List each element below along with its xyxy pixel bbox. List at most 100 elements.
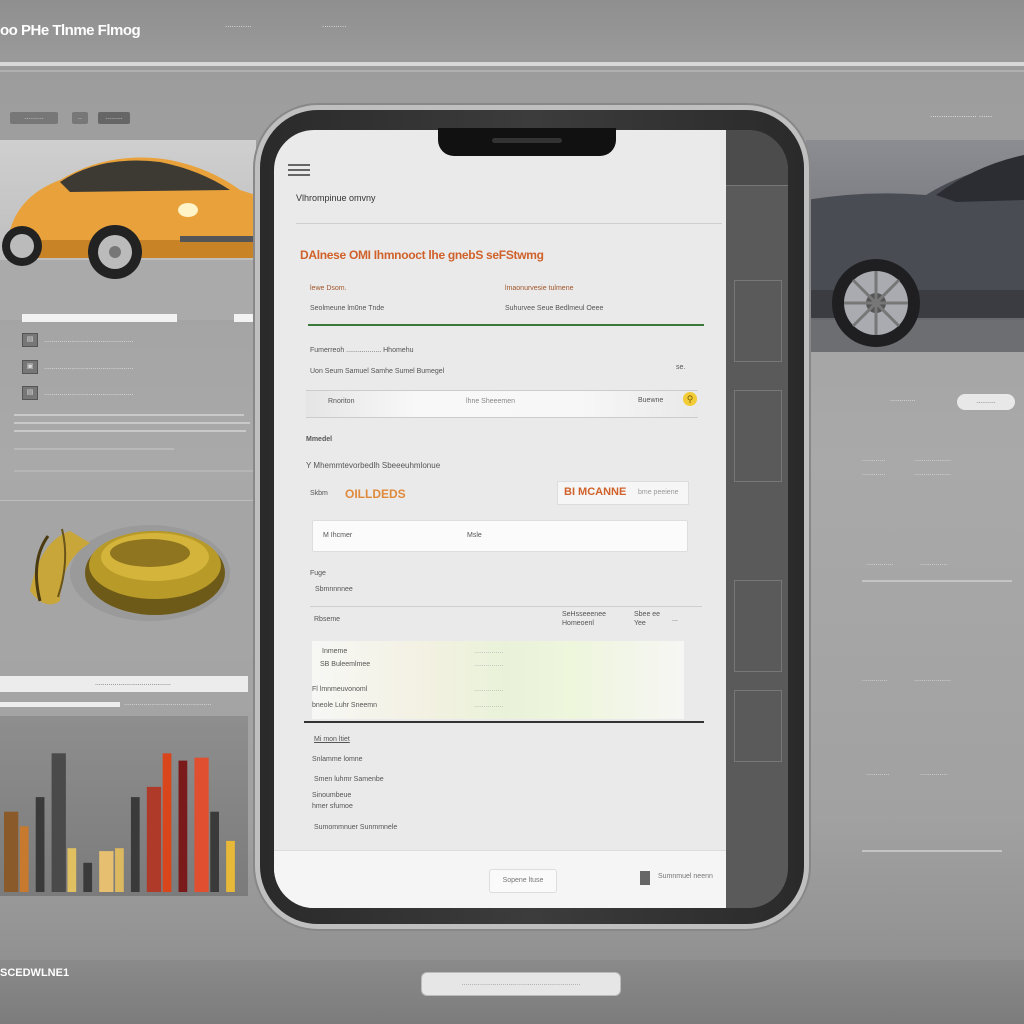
right-row-value: ...................	[914, 676, 951, 683]
left-tab-inactive[interactable]	[234, 314, 256, 322]
list-item[interactable]: Y Mhemmtevorbedlh Sbeeeuhmlonue	[306, 461, 440, 470]
right-divider	[862, 850, 1002, 852]
chart-bar	[194, 757, 209, 892]
hamburger-menu-icon[interactable]	[288, 164, 310, 180]
status-badge[interactable]: BI MCANNE bme peeiene	[557, 481, 689, 505]
search-button-label[interactable]: Buewne	[638, 397, 663, 404]
chart-subheader-text: ........................................…	[124, 700, 212, 707]
status-badge-sub: bme peeiene	[638, 489, 679, 496]
sub-label: Sbmnnnnee	[315, 586, 353, 593]
left-list-label: ........................................…	[44, 389, 134, 397]
right-row-value: ..............	[920, 560, 948, 567]
section-label: Mmedel	[306, 436, 333, 443]
right-row-label: ............	[862, 470, 886, 477]
breadcrumb-item-2[interactable]: ..	[72, 112, 88, 124]
right-row-value: ...................	[914, 456, 951, 463]
table-row-label: Fl lmnmeuvonoml	[312, 686, 368, 693]
input-left-text: M Ihcmer	[323, 532, 353, 539]
field-value: Suhurvee Seue Bedlmeul Oeee	[505, 305, 604, 312]
table-row-value: ...............	[474, 661, 504, 668]
car-image-orange	[0, 140, 256, 320]
chart-bar	[130, 797, 140, 892]
right-row-label: .............	[862, 676, 888, 683]
table-header-col3: ...	[672, 616, 678, 623]
table-row-value: ...............	[474, 686, 504, 693]
link-item[interactable]: Sinoumbeue	[312, 792, 351, 799]
link-item[interactable]: Sumommnuer Sunmmnele	[314, 824, 397, 831]
chart-bar	[35, 797, 45, 892]
top-bar	[0, 0, 1024, 64]
chart-bar	[226, 840, 235, 892]
chart-bar	[178, 760, 188, 892]
chart-bar	[210, 811, 219, 892]
chart-bar	[67, 848, 77, 892]
right-field-label: .............	[890, 396, 916, 403]
chart-bar	[162, 753, 172, 892]
footer-text: Sumnmuel neenn	[658, 873, 713, 880]
left-list-item[interactable]: ▣ ......................................…	[22, 355, 254, 379]
chart-bar	[83, 862, 93, 892]
car-image-gray	[806, 140, 1024, 352]
field-label: lewe Dsom.	[310, 285, 347, 292]
menu-item-2[interactable]: ...........	[322, 20, 346, 29]
phone-footer: Sopene ltuse Sumnmuel neenn	[274, 850, 726, 908]
chart-bar	[146, 786, 162, 892]
table-row-label: bneole Luhr Sneemn	[312, 702, 377, 709]
right-divider	[862, 580, 1012, 582]
left-list-item[interactable]: ▤ ......................................…	[22, 328, 254, 352]
section-divider	[308, 324, 704, 326]
link-item[interactable]: Smen luhmr Samenbe	[314, 776, 384, 783]
right-row-label: ..............	[866, 560, 894, 567]
bottom-bar-label: SCEDWLNE1	[0, 967, 70, 979]
chart-bar	[4, 811, 19, 892]
breadcrumb-item-1[interactable]: ..........	[10, 112, 58, 124]
right-header-label: ..................... ......	[930, 110, 993, 119]
right-pill-button[interactable]: ..........	[957, 394, 1015, 410]
right-row-label: ............	[866, 770, 890, 777]
chart-subheader: ........................................…	[0, 700, 248, 710]
screen-heading: DAlnese OMI Ihmnooct lhe gnebS seFStwmg	[300, 248, 544, 262]
table-row-label: Inmeme	[322, 648, 348, 655]
chart-bar	[51, 753, 66, 892]
search-input[interactable]: lhne Sheeemen	[466, 398, 515, 405]
search-label: Rnoriton	[328, 398, 355, 405]
header-subdivider	[0, 70, 1024, 72]
chart-header: .......................................	[0, 676, 248, 692]
text-input[interactable]: M Ihcmer Msle	[312, 520, 688, 552]
breadcrumb-item-3[interactable]: .........	[98, 112, 130, 124]
phone-side-panel	[726, 130, 788, 908]
left-tab-active[interactable]	[22, 314, 177, 322]
info-line-right: se.	[676, 364, 686, 371]
left-text-block	[14, 400, 256, 495]
chart-header-text: .......................................	[95, 680, 171, 687]
link-item[interactable]: hmer sfumoe	[312, 803, 353, 810]
right-row-label: ............	[862, 456, 886, 463]
phone-notch	[438, 128, 616, 156]
menu-item-1[interactable]: ............	[225, 20, 252, 29]
image-icon: ▣	[22, 360, 38, 374]
left-list-label: ........................................…	[44, 363, 134, 371]
info-line: Fumerreoh .................. Hhomehu	[310, 347, 414, 354]
title-divider	[296, 223, 722, 224]
status-badge-label: BI MCANNE	[564, 486, 627, 498]
small-label: Fuge	[310, 570, 326, 577]
list-icon: ▤	[22, 333, 38, 347]
bottom-action-button[interactable]: ........................................…	[421, 972, 621, 996]
bar-chart	[0, 716, 248, 896]
price-value: OILLDEDS	[345, 487, 406, 501]
link-item[interactable]: Snlamme lomne	[312, 756, 363, 763]
table-header-col1: SeHsseeenee Homeoenl	[562, 611, 606, 627]
header-divider	[0, 62, 1024, 66]
table-header-label: Rbseme	[314, 616, 341, 623]
table-top-divider	[310, 606, 702, 607]
document-icon	[640, 871, 650, 885]
chart-bar	[115, 848, 124, 892]
table-row-value: ...............	[474, 702, 504, 709]
list-icon: ▤	[22, 386, 38, 400]
link-item[interactable]: Mi mon ltiet	[314, 736, 350, 743]
search-icon[interactable]: ⚲	[683, 392, 697, 406]
field-label: lmaonurvesie tulmene	[505, 285, 574, 292]
table-row-label: SB Buleemlmee	[320, 661, 371, 668]
chart-bar	[99, 851, 114, 892]
footer-button[interactable]: Sopene ltuse	[489, 869, 557, 893]
